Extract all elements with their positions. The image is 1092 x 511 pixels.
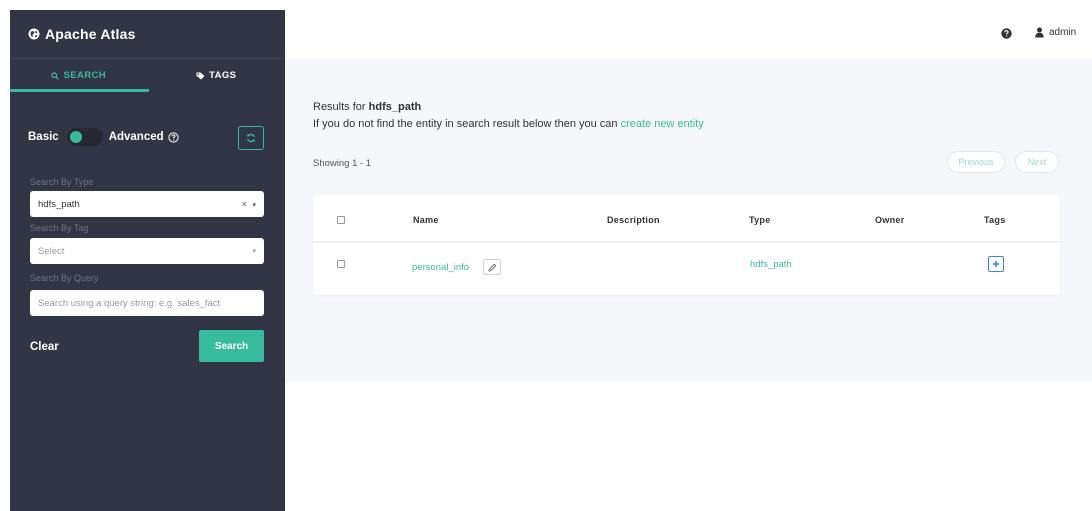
chevron-down-icon[interactable]: ▾: [252, 247, 256, 255]
brand[interactable]: Apache Atlas: [10, 10, 285, 58]
column-header-tags[interactable]: Tags: [984, 215, 1006, 225]
sidebar: Apache Atlas SEARCH TAGS Basic Advanced …: [10, 10, 285, 511]
results-table: Name Description Type Owner Tags persona…: [313, 195, 1060, 295]
search-button[interactable]: Search: [199, 330, 264, 362]
clear-type-icon[interactable]: ×: [242, 199, 247, 209]
user-icon: [1035, 27, 1044, 38]
results-info-text: If you do not find the entity in search …: [313, 118, 618, 130]
create-entity-link[interactable]: create new entity: [621, 118, 704, 130]
search-by-tag-label: Search By Tag: [30, 223, 89, 233]
entity-type-link[interactable]: hdfs_path: [750, 259, 792, 270]
edit-button[interactable]: [483, 259, 501, 275]
tab-search-label: SEARCH: [63, 70, 106, 81]
user-menu[interactable]: admin: [1035, 27, 1076, 38]
column-header-name[interactable]: Name: [413, 215, 439, 225]
refresh-icon: [246, 133, 256, 143]
add-tag-button[interactable]: [988, 256, 1004, 272]
refresh-button[interactable]: [238, 126, 264, 150]
column-header-type[interactable]: Type: [749, 215, 771, 225]
results-prefix: Results for: [313, 101, 366, 113]
clear-button[interactable]: Clear: [30, 341, 59, 353]
tag-icon: [196, 72, 205, 79]
tag-select[interactable]: Select ▾: [30, 238, 264, 264]
tab-search[interactable]: SEARCH: [10, 59, 148, 92]
table-header: Name Description Type Owner Tags: [313, 195, 1060, 243]
sidebar-tabs: SEARCH TAGS: [10, 58, 285, 92]
entity-name-link[interactable]: personal_info: [412, 262, 469, 273]
column-header-description[interactable]: Description: [607, 215, 660, 225]
column-header-owner[interactable]: Owner: [875, 215, 905, 225]
row-checkbox[interactable]: [337, 260, 345, 268]
results-term: hdfs_path: [368, 101, 422, 113]
previous-button[interactable]: Previous: [947, 151, 1005, 173]
query-input[interactable]: Search using a query string: e.g. sales_…: [30, 290, 264, 316]
type-select-value: hdfs_path: [38, 198, 80, 210]
app-root: Apache Atlas SEARCH TAGS Basic Advanced …: [0, 0, 1092, 511]
globe-icon: [28, 28, 40, 40]
search-icon: [51, 71, 60, 80]
help-icon[interactable]: [168, 131, 179, 143]
query-input-placeholder: Search using a query string: e.g. sales_…: [38, 297, 221, 309]
results-heading: Results for hdfs_path: [313, 101, 421, 113]
chevron-down-icon[interactable]: ▾: [252, 202, 256, 209]
results-count: Showing 1 - 1: [313, 158, 372, 169]
type-select[interactable]: hdfs_path × ▾: [30, 191, 264, 217]
basic-label: Basic: [28, 131, 59, 143]
search-mode-switch: Basic Advanced: [28, 128, 179, 146]
pencil-icon: [487, 263, 496, 272]
tab-tags[interactable]: TAGS: [148, 59, 286, 92]
search-by-query-label: Search By Query: [30, 273, 99, 283]
type-select-controls: × ▾: [242, 199, 256, 209]
app-title: Apache Atlas: [45, 26, 136, 42]
help-icon[interactable]: [1001, 28, 1012, 39]
tag-select-placeholder: Select: [38, 245, 65, 257]
main-content: Results for hdfs_path If you do not find…: [285, 58, 1092, 382]
top-bar: admin: [285, 10, 1092, 58]
search-by-type-label: Search By Type: [30, 177, 94, 187]
mode-toggle[interactable]: [66, 128, 103, 146]
advanced-label: Advanced: [108, 131, 164, 143]
active-tab-indicator: [10, 89, 149, 92]
username: admin: [1049, 27, 1077, 38]
plus-icon: [993, 261, 999, 267]
tab-tags-label: TAGS: [209, 70, 237, 81]
next-button[interactable]: Next: [1015, 151, 1059, 173]
results-info: If you do not find the entity in search …: [313, 118, 704, 130]
toggle-knob: [69, 131, 82, 143]
select-all-checkbox[interactable]: [337, 216, 345, 224]
